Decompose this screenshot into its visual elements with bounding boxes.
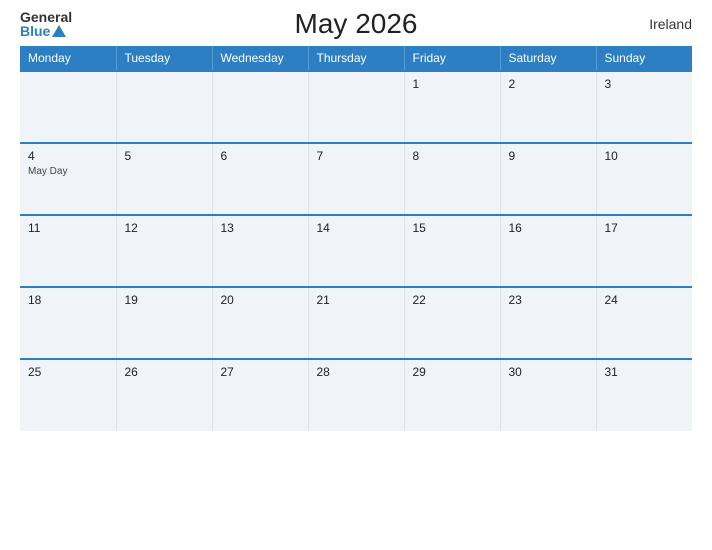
calendar-cell: [308, 71, 404, 143]
day-number: 26: [125, 365, 204, 379]
calendar-cell: 15: [404, 215, 500, 287]
calendar-cell: 24: [596, 287, 692, 359]
calendar-cell: 5: [116, 143, 212, 215]
calendar-cell: 1: [404, 71, 500, 143]
calendar-cell: 14: [308, 215, 404, 287]
calendar-day-header: Friday: [404, 46, 500, 71]
calendar-week-row: 25 26 27 28 29 30 31: [20, 359, 692, 431]
day-number: 28: [317, 365, 396, 379]
calendar-cell: 31: [596, 359, 692, 431]
calendar-day-header: Monday: [20, 46, 116, 71]
calendar-cell: 12: [116, 215, 212, 287]
day-number: 31: [605, 365, 685, 379]
day-number: 30: [509, 365, 588, 379]
day-number: 27: [221, 365, 300, 379]
day-number: 2: [509, 77, 588, 91]
calendar-cell: [212, 71, 308, 143]
calendar-cell: [20, 71, 116, 143]
day-event: May Day: [28, 166, 67, 177]
calendar-cell: 23: [500, 287, 596, 359]
day-number: 29: [413, 365, 492, 379]
day-number: 17: [605, 221, 685, 235]
day-number: 16: [509, 221, 588, 235]
calendar-cell: 6: [212, 143, 308, 215]
calendar-day-header: Saturday: [500, 46, 596, 71]
day-number: 25: [28, 365, 108, 379]
calendar-cell: 16: [500, 215, 596, 287]
calendar-cell: 11: [20, 215, 116, 287]
calendar-cell: 10: [596, 143, 692, 215]
calendar-week-row: 4 May Day 5 6 7 8 9 10: [20, 143, 692, 215]
day-number: 8: [413, 149, 492, 163]
calendar-cell: 17: [596, 215, 692, 287]
calendar-cell: [116, 71, 212, 143]
calendar-cell: 7: [308, 143, 404, 215]
country-label: Ireland: [649, 16, 692, 32]
day-number: 10: [605, 149, 685, 163]
logo-blue-text: Blue: [20, 24, 50, 38]
day-number: 23: [509, 293, 588, 307]
day-number: 12: [125, 221, 204, 235]
logo: General Blue: [20, 10, 72, 38]
logo-triangle-icon: [52, 25, 66, 37]
calendar-cell: 4 May Day: [20, 143, 116, 215]
day-number: 18: [28, 293, 108, 307]
calendar-table: MondayTuesdayWednesdayThursdayFridaySatu…: [20, 46, 692, 431]
calendar-day-header: Thursday: [308, 46, 404, 71]
day-number: 9: [509, 149, 588, 163]
day-number: 5: [125, 149, 204, 163]
day-number: 13: [221, 221, 300, 235]
calendar-day-header: Wednesday: [212, 46, 308, 71]
calendar-cell: 29: [404, 359, 500, 431]
page-title: May 2026: [295, 8, 418, 40]
day-number: 7: [317, 149, 396, 163]
day-number: 4: [28, 149, 108, 163]
calendar-cell: 8: [404, 143, 500, 215]
day-number: 21: [317, 293, 396, 307]
day-number: 15: [413, 221, 492, 235]
logo-blue-row: Blue: [20, 24, 66, 38]
calendar-cell: 21: [308, 287, 404, 359]
calendar-cell: 9: [500, 143, 596, 215]
calendar-cell: 26: [116, 359, 212, 431]
calendar-week-row: 18 19 20 21 22 23 24: [20, 287, 692, 359]
calendar-cell: 20: [212, 287, 308, 359]
day-number: 3: [605, 77, 685, 91]
day-number: 24: [605, 293, 685, 307]
calendar-cell: 2: [500, 71, 596, 143]
logo-general-text: General: [20, 10, 72, 24]
calendar-cell: 28: [308, 359, 404, 431]
calendar-header-row: MondayTuesdayWednesdayThursdayFridaySatu…: [20, 46, 692, 71]
day-number: 22: [413, 293, 492, 307]
calendar-cell: 27: [212, 359, 308, 431]
calendar-day-header: Sunday: [596, 46, 692, 71]
calendar-cell: 18: [20, 287, 116, 359]
calendar-week-row: 1 2 3: [20, 71, 692, 143]
calendar-week-row: 11 12 13 14 15 16 17: [20, 215, 692, 287]
page-header: General Blue May 2026 Ireland: [20, 10, 692, 38]
day-number: 20: [221, 293, 300, 307]
calendar-cell: 30: [500, 359, 596, 431]
day-number: 19: [125, 293, 204, 307]
day-number: 6: [221, 149, 300, 163]
day-number: 1: [413, 77, 492, 91]
day-number: 14: [317, 221, 396, 235]
day-number: 11: [28, 221, 108, 235]
calendar-cell: 13: [212, 215, 308, 287]
calendar-cell: 22: [404, 287, 500, 359]
calendar-cell: 19: [116, 287, 212, 359]
calendar-cell: 3: [596, 71, 692, 143]
calendar-cell: 25: [20, 359, 116, 431]
calendar-day-header: Tuesday: [116, 46, 212, 71]
